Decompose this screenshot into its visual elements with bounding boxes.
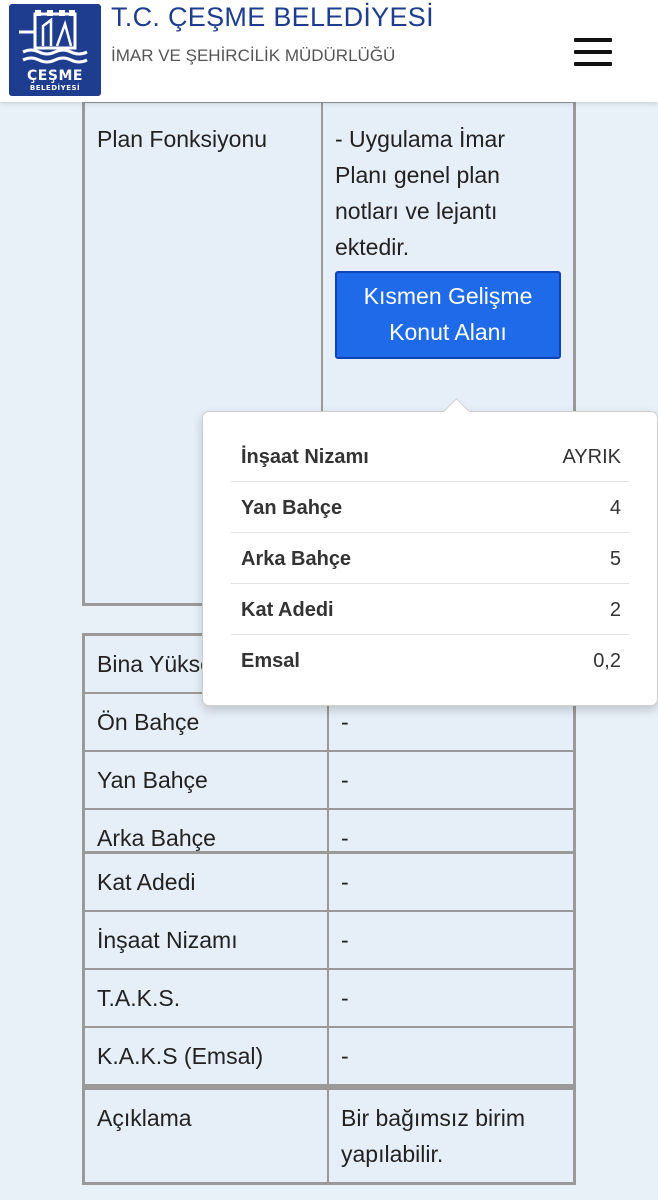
menu-bar-icon (574, 62, 612, 66)
construction-table: Kat Adedi - İnşaat Nizamı - T.A.K.S. - K… (82, 851, 576, 1087)
popover-row: İnşaat Nizamı AYRIK (231, 430, 629, 482)
row-label: Yan Bahçe (82, 750, 329, 810)
zone-button[interactable]: Kısmen Gelişme Konut Alanı (335, 271, 561, 359)
logo-sublabel: BELEDİYESİ (29, 84, 81, 92)
table-row: İnşaat Nizamı - (82, 910, 576, 970)
menu-bar-icon (574, 38, 612, 42)
popover-key: Arka Bahçe (241, 548, 352, 570)
popover-value: 4 (609, 497, 621, 519)
site-header: ÇEŞME BELEDİYESİ T.C. ÇEŞME BELEDİYESİ İ… (0, 0, 658, 102)
table-row: T.A.K.S. - (82, 968, 576, 1028)
row-label: T.A.K.S. (82, 968, 329, 1028)
table-row: Kat Adedi - (82, 851, 576, 912)
row-value: - (327, 851, 576, 912)
zone-details-popover: İnşaat Nizamı AYRIK Yan Bahçe 4 Arka Bah… (202, 398, 658, 706)
row-value: - (327, 1026, 576, 1087)
row-value: - (327, 968, 576, 1028)
castle-wave-icon (19, 10, 88, 64)
popover-value: 5 (609, 548, 621, 570)
row-label: İnşaat Nizamı (82, 910, 329, 970)
popover-row: Yan Bahçe 4 (231, 481, 629, 533)
plan-note: - Uygulama İmar Planı genel plan notları… (335, 126, 505, 260)
hamburger-menu-button[interactable] (570, 36, 614, 68)
table-row: K.A.K.S (Emsal) - (82, 1026, 576, 1087)
popover-key: Yan Bahçe (241, 497, 343, 519)
table-row: Açıklama Bir bağımsız birim yapılabilir. (82, 1087, 576, 1185)
menu-bar-icon (574, 50, 612, 54)
popover-value: 0,2 (593, 650, 621, 672)
popover-key: Emsal (241, 650, 300, 672)
site-title[interactable]: T.C. ÇEŞME BELEDİYESİ (111, 2, 434, 33)
popover-row: Emsal 0,2 (231, 634, 629, 685)
popover-row: Kat Adedi 2 (231, 583, 629, 635)
row-value: - (327, 750, 576, 810)
description-label: Açıklama (82, 1087, 329, 1185)
table-row: Yan Bahçe - (82, 750, 576, 810)
description-table: Açıklama Bir bağımsız birim yapılabilir. (82, 1087, 576, 1185)
row-value: - (327, 910, 576, 970)
popover-key: İnşaat Nizamı (241, 446, 369, 468)
popover-value: 2 (609, 599, 621, 621)
description-value: Bir bağımsız birim yapılabilir. (327, 1087, 576, 1185)
popover-row: Arka Bahçe 5 (231, 532, 629, 584)
popover-value: AYRIK (562, 446, 621, 468)
popover-key: Kat Adedi (241, 599, 334, 621)
logo-label: ÇEŞME (27, 68, 83, 84)
cesme-logo[interactable]: ÇEŞME BELEDİYESİ (9, 4, 101, 96)
site-subtitle: İMAR VE ŞEHİRCİLİK MÜDÜRLÜĞÜ (111, 46, 396, 65)
row-label: Kat Adedi (82, 851, 329, 912)
row-label: K.A.K.S (Emsal) (82, 1026, 329, 1087)
